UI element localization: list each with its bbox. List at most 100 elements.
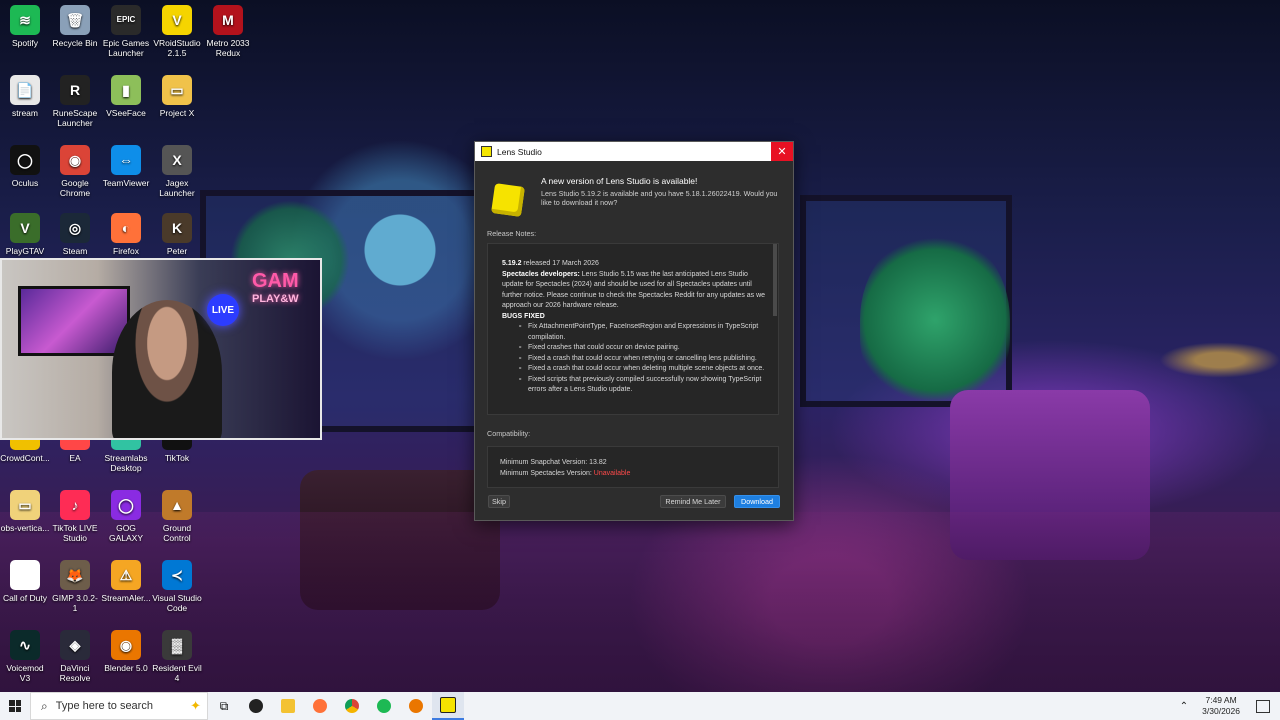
desktop-icon[interactable]: ∿ Voicemod V3	[0, 630, 50, 683]
desktop-icon[interactable]: ⇔ TeamViewer	[101, 145, 151, 188]
desktop-icon[interactable]: EPIC Epic Games Launcher	[101, 5, 151, 58]
desktop-icon[interactable]: ◉ Google Chrome	[50, 145, 100, 198]
desktop-icon-label: Resident Evil 4	[152, 663, 202, 683]
desktop-icon-label: Ground Control	[162, 523, 192, 543]
system-tray: ⌃ 7:49 AM 3/30/2026	[1180, 692, 1280, 720]
app-icon: 🦊	[60, 560, 90, 590]
desktop-icon[interactable]: ◉ Blender 5.0	[101, 630, 151, 673]
min-snapchat-label: Minimum Snapchat Version:	[500, 459, 590, 466]
min-spectacles-row: Minimum Spectacles Version: Unavailable	[500, 469, 766, 480]
desktop-icon[interactable]: ▮ VSeeFace	[101, 75, 151, 118]
desktop-icon[interactable]: ◎ Steam	[50, 213, 100, 256]
desktop-icon[interactable]: ≋ Spotify	[0, 5, 50, 48]
update-subtext: Lens Studio 5.19.2 is available and you …	[541, 189, 778, 207]
desktop-icon[interactable]: ◐ Firefox	[101, 213, 151, 256]
desktop-icon-label: CrowdCont...	[0, 453, 50, 463]
desktop-icon[interactable]: V VRoidStudio 2.1.5	[152, 5, 202, 58]
desktop-icon[interactable]: ▭ Project X	[152, 75, 202, 118]
app-icon	[10, 560, 40, 590]
desktop-icon-label: Jagex Launcher	[159, 178, 195, 198]
bugs-list: Fix AttachmentPointType, FaceInsetRegion…	[502, 322, 766, 396]
bugs-fixed-heading: BUGS FIXED	[502, 312, 766, 323]
start-button[interactable]	[0, 692, 30, 720]
desktop-icon-label: GIMP 3.0.2-1	[52, 593, 98, 613]
desktop-icon-label: StreamAler...	[101, 593, 151, 603]
desktop-icon-label: Peter	[166, 246, 188, 256]
dialog-title: Lens Studio	[497, 146, 542, 157]
search-placeholder: Type here to search	[55, 700, 153, 712]
desktop-icon[interactable]: V PlayGTAV	[0, 213, 50, 256]
file-explorer-icon[interactable]	[272, 692, 304, 720]
desktop-icon[interactable]: ≺ Visual Studio Code	[152, 560, 202, 613]
neon-text: GAM	[252, 270, 299, 292]
blender-icon[interactable]	[400, 692, 432, 720]
spotify-icon[interactable]	[368, 692, 400, 720]
app-icon: ◯	[10, 145, 40, 175]
chevron-up-icon[interactable]: ⌃	[1180, 701, 1188, 712]
skip-button[interactable]: Skip	[488, 495, 510, 508]
app-icon: ⚠	[111, 560, 141, 590]
bug-item: Fixed scripts that previously compiled s…	[518, 375, 766, 396]
min-spectacles-value: Unavailable	[593, 469, 631, 477]
desktop-icon[interactable]: ⚠ StreamAler...	[101, 560, 151, 603]
release-notes-scrollbar[interactable]	[773, 244, 777, 316]
app-icon: ◉	[111, 630, 141, 660]
app-icon: ◐	[111, 213, 141, 243]
search-icon: ⌕	[41, 698, 48, 713]
min-snapchat-value: 13.82	[589, 459, 607, 466]
desktop-icon[interactable]: M Metro 2033 Redux	[203, 5, 253, 58]
task-view-icon[interactable]: ⧉	[208, 692, 240, 720]
app-icon: ⇔	[111, 145, 141, 175]
desktop-icon[interactable]: ▓ Resident Evil 4	[152, 630, 202, 683]
desktop-icon[interactable]: ▭ obs-vertica...	[0, 490, 50, 533]
close-icon[interactable]: ✕	[771, 142, 793, 161]
app-icon: M	[213, 5, 243, 35]
taskbar-search-box[interactable]: ⌕ Type here to search ✦	[30, 692, 208, 720]
app-icon: ◯	[111, 490, 141, 520]
lens-studio-app-icon	[481, 146, 492, 157]
lens-studio-taskbar-icon[interactable]	[432, 692, 464, 720]
desktop-icon-label: DaVinci Resolve	[59, 663, 91, 683]
app-icon: ▓	[162, 630, 192, 660]
compatibility-panel: Minimum Snapchat Version: 13.82 Minimum …	[487, 446, 779, 488]
desktop-icon[interactable]: ♪ TikTok LIVE Studio	[50, 490, 100, 543]
remind-me-later-button[interactable]: Remind Me Later	[660, 495, 726, 508]
update-dialog: Lens Studio ✕ A new version of Lens Stud…	[474, 141, 794, 521]
search-highlight-icon: ✦	[190, 698, 201, 713]
app-icon: ▲	[162, 490, 192, 520]
taskbar: ⌕ Type here to search ✦ ⧉ ⌃ 7:49 AM 3/30…	[0, 692, 1280, 720]
app-icon: ▮	[111, 75, 141, 105]
desktop-icon[interactable]: ◯ GOG GALAXY	[101, 490, 151, 543]
bug-item: Fixed a crash that could occur when retr…	[518, 354, 766, 365]
desktop-icon[interactable]: ◯ Oculus	[0, 145, 50, 188]
desktop-icon[interactable]: R RuneScape Launcher	[50, 75, 100, 128]
app-icon: ◈	[60, 630, 90, 660]
release-notes-panel[interactable]: 5.19.2 released 17 March 2026 Spectacles…	[487, 243, 779, 415]
desktop-icon-label: stream	[12, 108, 38, 118]
desktop-icon[interactable]: 🗑 Recycle Bin	[50, 5, 100, 48]
desktop-icon[interactable]: 📄 stream	[0, 75, 50, 118]
desktop-icon-label: Google Chrome	[59, 178, 91, 198]
desktop-icon-label: GOG GALAXY	[108, 523, 144, 543]
chrome-icon[interactable]	[336, 692, 368, 720]
desktop-icon[interactable]: Call of Duty	[0, 560, 50, 603]
app-icon: X	[162, 145, 192, 175]
desktop-icon-label: Call of Duty	[3, 593, 47, 603]
notification-icon[interactable]	[1256, 699, 1270, 713]
desktop-icon-label: RuneScape Launcher	[52, 108, 98, 128]
desktop-icon-label: EA	[69, 453, 81, 463]
clock[interactable]: 7:49 AM 3/30/2026	[1202, 695, 1240, 717]
desktop-icon[interactable]: ◈ DaVinci Resolve	[50, 630, 100, 683]
desktop-icon[interactable]: ▲ Ground Control	[152, 490, 202, 543]
obs-icon[interactable]	[240, 692, 272, 720]
desktop-icon[interactable]: X Jagex Launcher	[152, 145, 202, 198]
desktop-icon[interactable]: K Peter	[152, 213, 202, 256]
dialog-header: A new version of Lens Studio is availabl…	[475, 161, 793, 219]
app-icon: ◉	[60, 145, 90, 175]
release-notes-label: Release Notes:	[487, 229, 537, 238]
desktop-icon[interactable]: 🦊 GIMP 3.0.2-1	[50, 560, 100, 613]
download-button[interactable]: Download	[734, 495, 780, 508]
streamer	[112, 300, 222, 438]
lens-studio-logo-icon	[491, 183, 525, 217]
firefox-icon[interactable]	[304, 692, 336, 720]
